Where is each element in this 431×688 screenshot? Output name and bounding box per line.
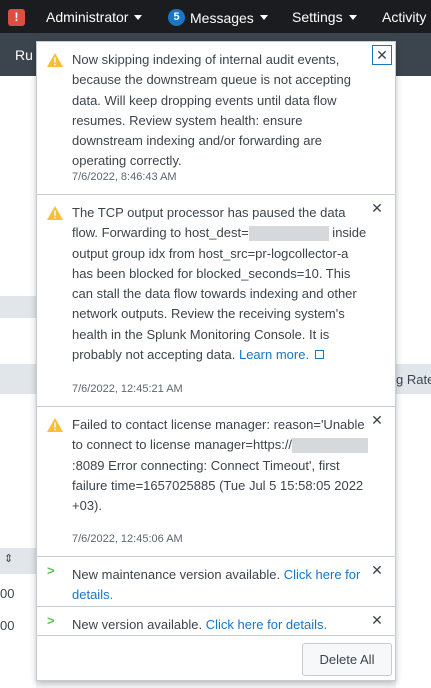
external-link-icon [315,350,325,360]
close-icon[interactable]: ✕ [369,412,385,428]
message-text-part: New version available. [72,617,203,632]
close-icon[interactable]: ✕ [369,200,385,216]
message-text-part: New maintenance version available. [72,567,281,582]
message-text: The TCP output processor has paused the … [72,203,372,365]
delete-all-button[interactable]: Delete All [302,643,392,676]
message-timestamp: 7/6/2022, 12:45:21 AM [72,383,183,395]
message-text: Now skipping indexing of internal audit … [72,52,351,169]
close-icon[interactable]: ✕ [369,612,385,628]
learn-more-link[interactable]: Learn more. [239,347,309,362]
settings-menu[interactable]: Settings [292,9,357,25]
chevron-down-icon [259,15,268,20]
details-link[interactable]: Click here for details. [206,617,327,632]
close-icon[interactable]: ✕ [372,45,392,65]
message-timestamp: 7/6/2022, 12:45:06 AM [72,533,183,545]
messages-count-badge: 5 [168,9,185,26]
messages-dropdown: Now skipping indexing of internal audit … [36,41,396,681]
table-column-header: g Rate [396,372,431,387]
message-item: > New version available. Click here for … [37,607,395,636]
message-text: New version available. Click here for de… [72,615,372,635]
redacted-block [248,226,329,242]
message-item: Failed to contact license manager: reaso… [37,407,395,557]
message-item: > New maintenance version available. Cli… [37,557,395,607]
warning-icon [47,206,63,220]
message-item: Now skipping indexing of internal audit … [37,42,395,195]
alert-icon[interactable]: ! [8,9,25,26]
app-bar-item[interactable]: Ru [15,47,33,63]
message-text: New maintenance version available. Click… [72,565,372,606]
messages-menu[interactable]: 5 Messages [168,9,268,26]
activity-menu[interactable]: Activity [382,9,426,25]
top-nav-bar: ! Administrator 5 Messages Settings Acti… [0,0,431,33]
page-band [0,364,36,394]
table-cell: 00 [0,618,15,633]
redacted-block [292,438,369,454]
activity-label: Activity [382,9,427,25]
message-text-part: :8089 Error connecting: Connect Timeout'… [72,457,364,514]
warning-icon [47,418,63,432]
chevron-down-icon [134,14,143,20]
message-timestamp: 7/6/2022, 8:46:43 AM [72,171,177,183]
sort-icon[interactable]: ⇕ [4,552,13,565]
message-item: The TCP output processor has paused the … [37,195,395,407]
page-band [0,296,36,318]
messages-label: Messages [190,9,254,26]
warning-icon [47,53,63,67]
settings-label: Settings [292,9,343,25]
chevron-down-icon [348,14,357,20]
chevron-right-icon: > [47,613,55,628]
chevron-right-icon: > [47,563,55,578]
message-text-part: inside output group idx from host_src=pr… [72,225,367,363]
administrator-label: Administrator [46,9,129,25]
administrator-menu[interactable]: Administrator [46,9,143,25]
table-cell: 00 [0,586,15,601]
close-icon[interactable]: ✕ [369,562,385,578]
message-text: Failed to contact license manager: reaso… [72,415,372,516]
